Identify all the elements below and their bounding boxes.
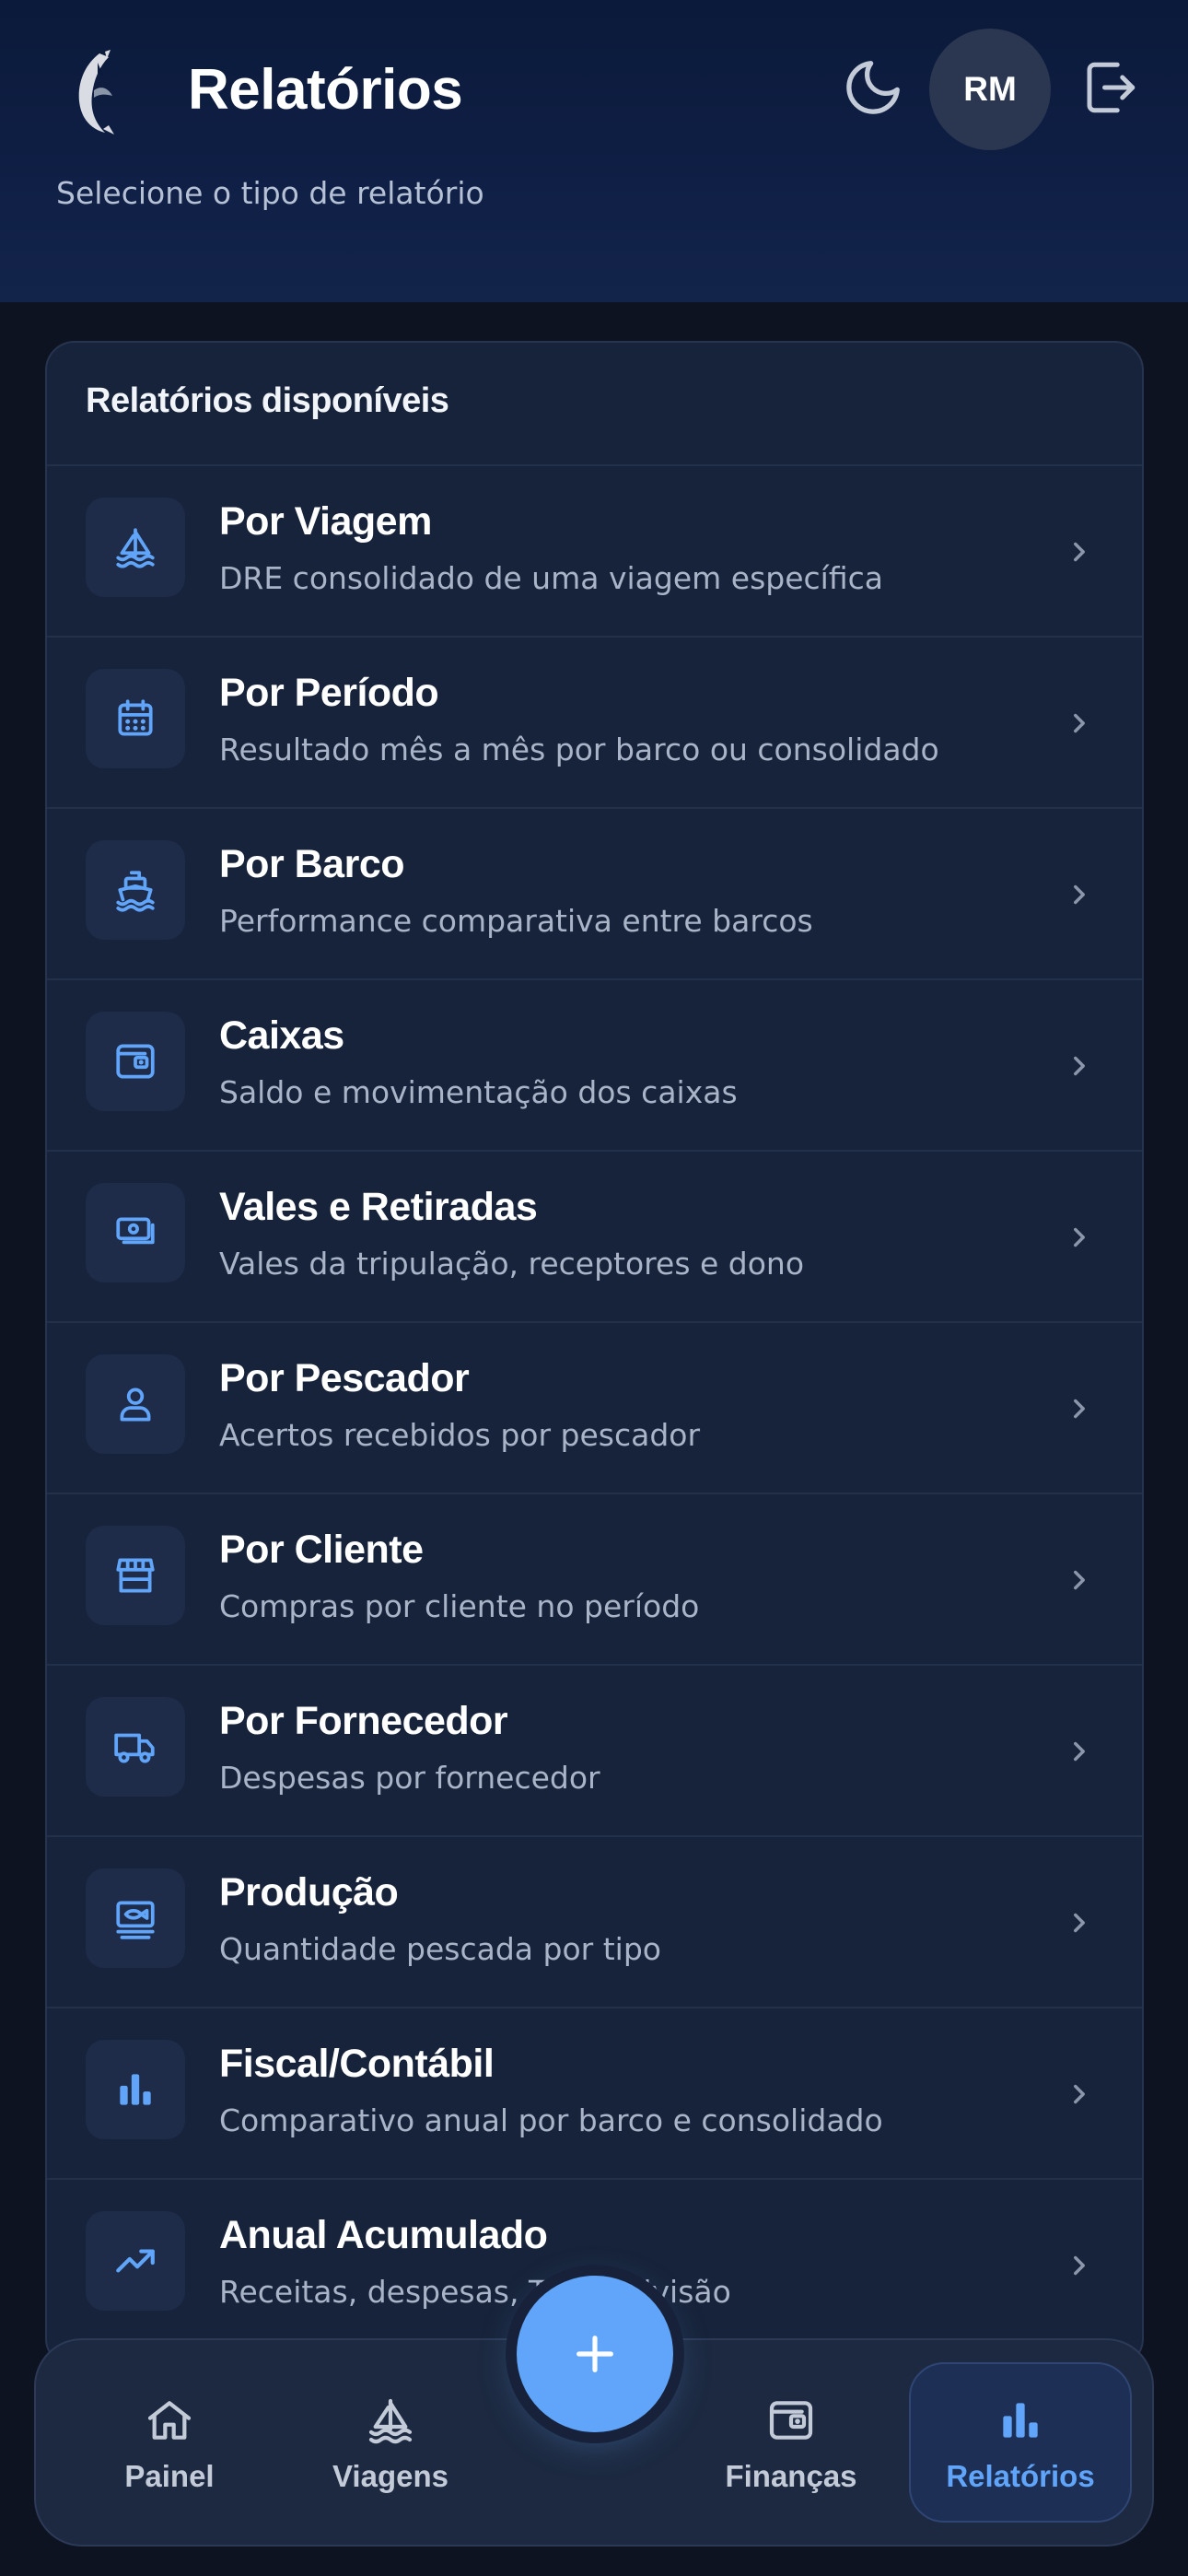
card-title: Relatórios disponíveis — [86, 381, 449, 420]
item-icon-tile — [86, 498, 185, 597]
report-item-fiscal-contabil[interactable]: Fiscal/Contábil Comparativo anual por ba… — [47, 2007, 1142, 2178]
item-title: Por Fornecedor — [219, 1699, 508, 1743]
item-description: DRE consolidado de uma viagem específica — [219, 560, 883, 596]
swordfish-logo-icon — [78, 50, 114, 135]
banknotes-icon — [116, 1217, 155, 1245]
item-title: Por Período — [219, 671, 439, 715]
chevron-right-icon — [1074, 884, 1085, 905]
nav-label: Painel — [124, 2459, 215, 2493]
sailboat-icon — [368, 2398, 413, 2444]
item-icon-tile — [86, 1526, 185, 1625]
header: Relatórios Selecione o tipo de relatório… — [0, 0, 1188, 302]
item-description: Acertos recebidos por pescador — [219, 1417, 701, 1453]
page-title: Relatórios — [188, 58, 463, 122]
chevron-right-icon — [1074, 542, 1085, 562]
reports-card: Relatórios disponíveis Por Viagem DRE co… — [45, 341, 1144, 2368]
report-item-por-barco[interactable]: Por Barco Performance comparativa entre … — [47, 807, 1142, 978]
page: Relatórios Selecione o tipo de relatório… — [0, 0, 1188, 2576]
chevron-right-icon — [1074, 713, 1085, 733]
ship-icon — [116, 871, 155, 912]
chevron-right-icon — [1074, 2255, 1085, 2276]
report-item-por-pescador[interactable]: Por Pescador Acertos recebidos por pesca… — [47, 1321, 1142, 1493]
item-icon-tile — [86, 2040, 185, 2139]
truck-icon — [114, 1733, 155, 1763]
item-icon-tile — [86, 1697, 185, 1797]
item-title: Caixas — [219, 1013, 344, 1058]
item-icon-tile — [86, 2211, 185, 2311]
report-item-caixas[interactable]: Caixas Saldo e movimentação dos caixas — [47, 978, 1142, 1150]
chevron-right-icon — [1074, 1741, 1085, 1762]
add-button[interactable] — [517, 2276, 673, 2432]
nav-item-financas[interactable]: Finanças — [704, 2340, 879, 2548]
report-item-vales-e-retiradas[interactable]: Vales e Retiradas Vales da tripulação, r… — [47, 1150, 1142, 1321]
home-icon — [147, 2401, 192, 2440]
item-icon-tile — [86, 1354, 185, 1454]
item-title: Por Cliente — [219, 1528, 424, 1572]
user-icon — [120, 1388, 151, 1422]
nav-item-relatorios[interactable]: Relatórios — [909, 2340, 1132, 2548]
item-icon-tile — [86, 669, 185, 768]
item-title: Vales e Retiradas — [219, 1185, 538, 1229]
report-item-por-viagem[interactable]: Por Viagem DRE consolidado de uma viagem… — [47, 464, 1142, 636]
item-icon-tile — [86, 1012, 185, 1111]
item-title: Produção — [219, 1870, 399, 1914]
report-item-producao[interactable]: Produção Quantidade pescada por tipo — [47, 1835, 1142, 2007]
page-subtitle: Selecione o tipo de relatório — [56, 175, 484, 211]
chevron-right-icon — [1074, 1570, 1085, 1590]
item-description: Comparativo anual por barco e consolidad… — [219, 2102, 883, 2138]
avatar[interactable]: RM — [929, 29, 1051, 150]
item-title: Anual Acumulado — [219, 2213, 548, 2257]
item-icon-tile — [86, 1868, 185, 1968]
report-item-por-cliente[interactable]: Por Cliente Compras por cliente no perío… — [47, 1493, 1142, 1664]
item-title: Por Barco — [219, 842, 405, 886]
plus-icon — [577, 2336, 613, 2372]
item-icon-tile — [86, 840, 185, 940]
item-icon-tile — [86, 1183, 185, 1282]
item-title: Fiscal/Contábil — [219, 2042, 495, 2086]
nav-item-painel[interactable]: Painel — [82, 2340, 257, 2548]
item-description: Saldo e movimentação dos caixas — [219, 1074, 738, 1110]
item-description: Vales da tripulação, receptores e dono — [219, 1246, 805, 1282]
item-description: Performance comparativa entre barcos — [219, 903, 813, 939]
item-description: Compras por cliente no período — [219, 1588, 700, 1624]
store-icon — [116, 1558, 155, 1593]
wallet-icon — [769, 2401, 813, 2440]
item-title: Por Pescador — [219, 1356, 470, 1400]
nav-item-viagens[interactable]: Viagens — [303, 2340, 478, 2548]
fish-icon — [116, 1901, 155, 1939]
nav-label: Finanças — [725, 2459, 857, 2493]
bar-chart-icon — [1003, 2403, 1038, 2438]
chevron-right-icon — [1074, 1399, 1085, 1419]
bar-chart-icon — [120, 2074, 151, 2105]
chevron-right-icon — [1074, 1913, 1085, 1933]
nav-label: Viagens — [332, 2459, 448, 2493]
moon-icon[interactable] — [841, 55, 905, 120]
trending-up-icon — [116, 2249, 155, 2273]
chevron-right-icon — [1074, 1227, 1085, 1247]
sailboat-icon — [116, 528, 155, 568]
report-item-por-periodo[interactable]: Por Período Resultado mês a mês por barc… — [47, 636, 1142, 807]
item-description: Quantidade pescada por tipo — [219, 1931, 661, 1967]
wallet-icon — [116, 1044, 155, 1079]
item-title: Por Viagem — [219, 499, 432, 544]
item-description: Resultado mês a mês por barco ou consoli… — [219, 732, 939, 767]
chevron-right-icon — [1074, 1056, 1085, 1076]
nav-label: Relatórios — [946, 2459, 1095, 2493]
chevron-right-icon — [1074, 2084, 1085, 2104]
item-description: Despesas por fornecedor — [219, 1760, 600, 1796]
logout-icon[interactable] — [1079, 57, 1140, 118]
calendar-icon — [118, 699, 153, 736]
report-item-por-fornecedor[interactable]: Por Fornecedor Despesas por fornecedor — [47, 1664, 1142, 1835]
